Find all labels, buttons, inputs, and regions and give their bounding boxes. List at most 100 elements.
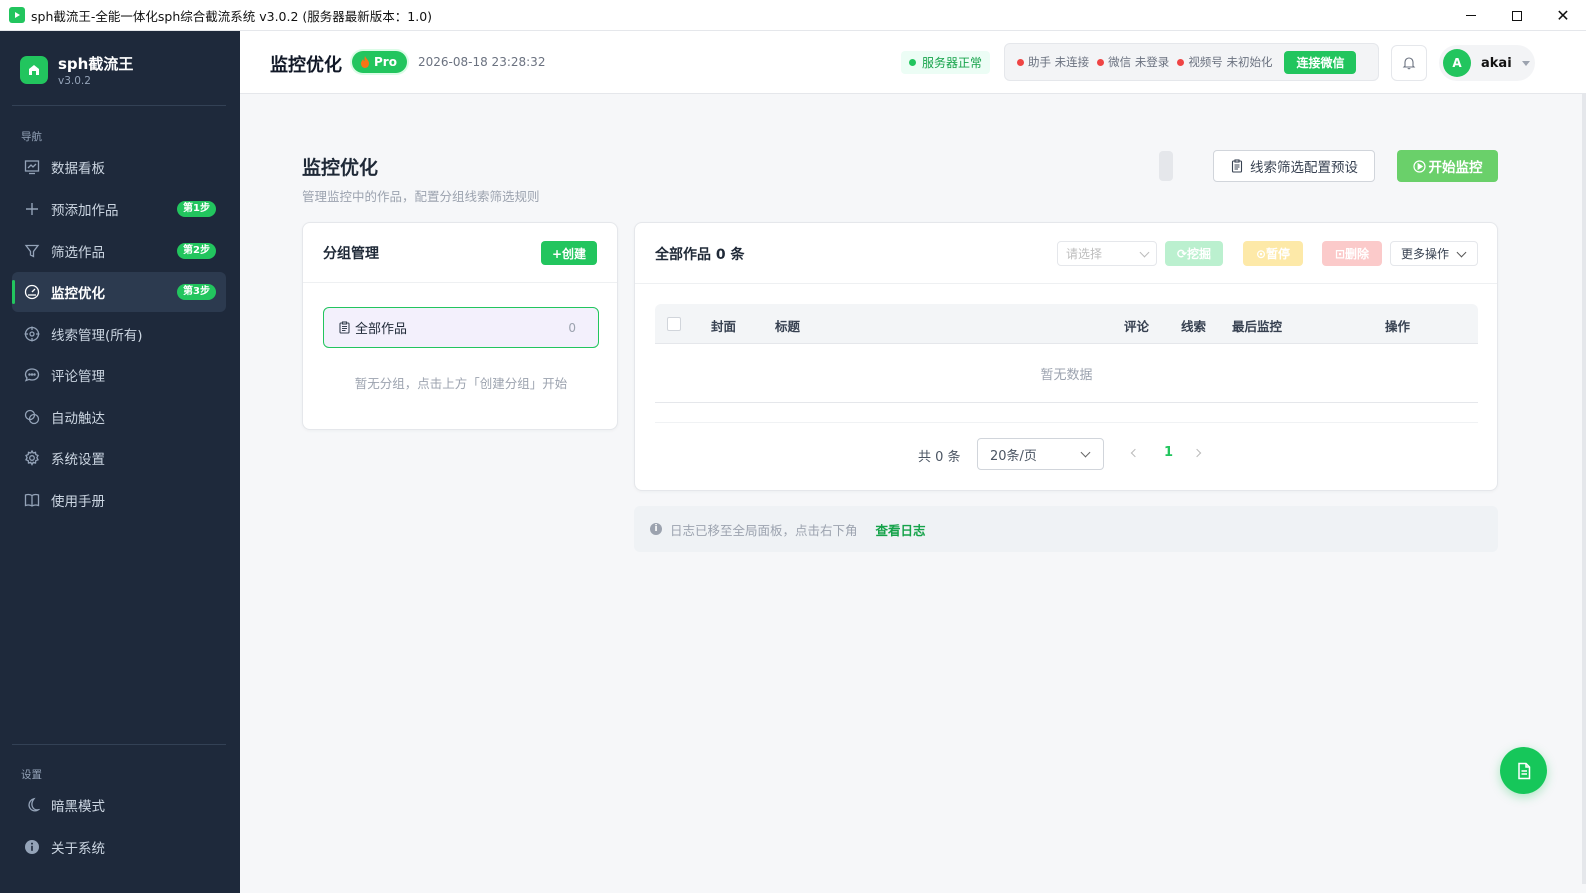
sidebar-item-label: 使用手册 (51, 494, 105, 510)
user-name: akai (1481, 55, 1512, 71)
filter-icon (23, 242, 41, 260)
app-icon (9, 7, 25, 23)
log-panel-fab-button[interactable] (1500, 747, 1547, 794)
page-size-select[interactable]: 20条/页 (977, 438, 1104, 470)
lead-filter-preset-button[interactable]: 线索筛选配置预设 (1213, 150, 1375, 182)
sidebar-item-pre-add[interactable]: 预添加作品 第1步 (12, 189, 226, 229)
create-group-button[interactable]: +创建 (540, 241, 597, 265)
sidebar-item-label: 自动触达 (51, 411, 105, 427)
collapsed-tag[interactable] (1159, 151, 1173, 181)
group-card-title: 分组管理 (323, 245, 379, 262)
brand: sph截流王 v3.0.2 (20, 53, 133, 87)
window-titlebar: sph截流王-全能一体化sph综合截流系统 v3.0.2 (服务器最新版本：1.… (0, 0, 1586, 31)
table-empty-state: 暂无数据 (655, 345, 1478, 403)
top-header: 监控优化 Pro 2026-08-18 23:28:32 服务器正常 助手 未连… (240, 31, 1586, 94)
sidebar-item-settings[interactable]: 系统设置 (12, 438, 226, 478)
table-divider (655, 422, 1478, 423)
column-header: 封面 (711, 319, 737, 334)
sidebar-item-label: 线索管理(所有) (51, 328, 143, 344)
chevron-down-icon (1139, 247, 1150, 258)
status-dot-icon (1097, 58, 1105, 66)
notifications-button[interactable] (1391, 45, 1427, 81)
column-header: 线索 (1181, 319, 1207, 334)
sidebar-divider (12, 105, 226, 106)
sidebar: sph截流王 v3.0.2 导航 数据看板 预添加作品 第1步 筛选作品 第2步… (0, 31, 240, 893)
brand-version: v3.0.2 (58, 75, 91, 87)
start-monitor-button[interactable]: 开始监控 (1397, 150, 1498, 182)
header-datetime: 2026-08-18 23:28:32 (418, 55, 546, 69)
chevron-down-icon (1080, 447, 1091, 458)
page-number[interactable]: 1 (1164, 445, 1173, 460)
sidebar-item-filter[interactable]: 筛选作品 第2步 (12, 231, 226, 271)
close-button[interactable]: ✕ (1540, 0, 1586, 31)
works-table-card: 全部作品 0 条 请选择 ⟳ 挖掘 ⊙ 暂停 ⊡ 删除 更多操作 封面 标题 评论 线… (634, 222, 1498, 491)
play-circle-icon (1412, 159, 1426, 173)
brand-logo-icon (20, 56, 48, 84)
close-icon: ✕ (1556, 5, 1570, 25)
sidebar-item-leads[interactable]: 线索管理(所有) (12, 314, 226, 354)
step-badge: 第3步 (177, 284, 216, 300)
connect-wechat-button[interactable]: 连接微信 (1284, 50, 1357, 74)
page-subtitle: 管理监控中的作品，配置分组线索筛选规则 (302, 189, 540, 204)
prev-page-icon[interactable] (1130, 448, 1140, 458)
sidebar-item-about[interactable]: 关于系统 (12, 827, 226, 867)
sidebar-item-manual[interactable]: 使用手册 (12, 480, 226, 520)
connection-assistant: 助手 未连接 (1017, 54, 1089, 70)
sidebar-item-label: 筛选作品 (51, 245, 105, 261)
gear-icon (23, 449, 41, 467)
user-menu[interactable]: A akai (1439, 45, 1535, 81)
more-actions-button[interactable]: 更多操作 (1390, 241, 1478, 266)
step-badge: 第1步 (177, 201, 216, 217)
pro-label: Pro (374, 55, 397, 69)
delete-button[interactable]: ⊡ 删除 (1322, 241, 1382, 266)
sidebar-item-comments[interactable]: 评论管理 (12, 355, 226, 395)
log-notice-bar: i 日志已移至全局面板，点击右下角 查看日志 (634, 506, 1498, 552)
group-management-card: 分组管理 +创建 全部作品 0 暂无分组，点击上方「创建分组」开始 (302, 222, 618, 430)
sidebar-item-dashboard[interactable]: 数据看板 (12, 147, 226, 187)
link-icon (23, 408, 41, 426)
minimize-icon (1466, 15, 1476, 16)
sidebar-item-label: 暗黑模式 (51, 799, 105, 815)
sidebar-divider (12, 744, 226, 745)
target-icon (23, 325, 41, 343)
pause-button[interactable]: ⊙ 暂停 (1243, 241, 1303, 266)
sidebar-item-label: 监控优化 (51, 286, 105, 302)
group-item-all[interactable]: 全部作品 0 (323, 307, 599, 348)
sidebar-item-monitor[interactable]: 监控优化 第3步 (12, 272, 226, 312)
group-item-count: 0 (568, 320, 576, 335)
column-header: 评论 (1124, 319, 1150, 334)
chart-icon (23, 158, 41, 176)
sidebar-item-label: 数据看板 (51, 161, 105, 177)
group-empty-hint: 暂无分组，点击上方「创建分组」开始 (354, 376, 568, 391)
page-title: 监控优化 (302, 157, 379, 179)
group-select[interactable]: 请选择 (1057, 241, 1157, 266)
next-page-icon[interactable] (1192, 448, 1202, 458)
sidebar-item-auto-reach[interactable]: 自动触达 (12, 397, 226, 437)
pro-badge: Pro (352, 51, 407, 73)
scrollbar[interactable] (1582, 94, 1586, 884)
status-dot-icon (1017, 58, 1024, 66)
sidebar-item-label: 关于系统 (51, 841, 105, 857)
header-title: 监控优化 (270, 55, 342, 76)
connection-status-panel: 助手 未连接 微信 未登录 视频号 未初始化 连接微信 (1004, 43, 1379, 81)
status-dot-icon (909, 59, 916, 66)
minimize-button[interactable] (1448, 0, 1494, 31)
maximize-button[interactable] (1494, 0, 1540, 31)
sidebar-item-dark-mode[interactable]: 暗黑模式 (12, 785, 226, 825)
works-card-header: 全部作品 0 条 请选择 ⟳ 挖掘 ⊙ 暂停 ⊡ 删除 更多操作 (635, 223, 1497, 284)
step-badge: 第2步 (177, 243, 216, 259)
info-icon: i (650, 523, 662, 535)
dig-button[interactable]: ⟳ 挖掘 (1165, 241, 1223, 266)
view-log-link[interactable]: 查看日志 (876, 520, 926, 539)
pagination-total: 共 0 条 (918, 450, 961, 465)
book-icon (23, 491, 41, 509)
document-icon (1517, 762, 1530, 779)
bell-icon (1402, 57, 1416, 70)
works-card-title: 全部作品 0 条 (655, 247, 745, 263)
sidebar-item-label: 评论管理 (51, 369, 105, 385)
flame-icon (361, 56, 369, 68)
select-all-checkbox[interactable] (667, 317, 681, 331)
table-header: 封面 标题 评论 线索 最后监控 操作 (655, 304, 1478, 344)
pagination: 共 0 条 20条/页 1 (635, 438, 1499, 470)
column-header: 最后监控 (1232, 319, 1283, 334)
